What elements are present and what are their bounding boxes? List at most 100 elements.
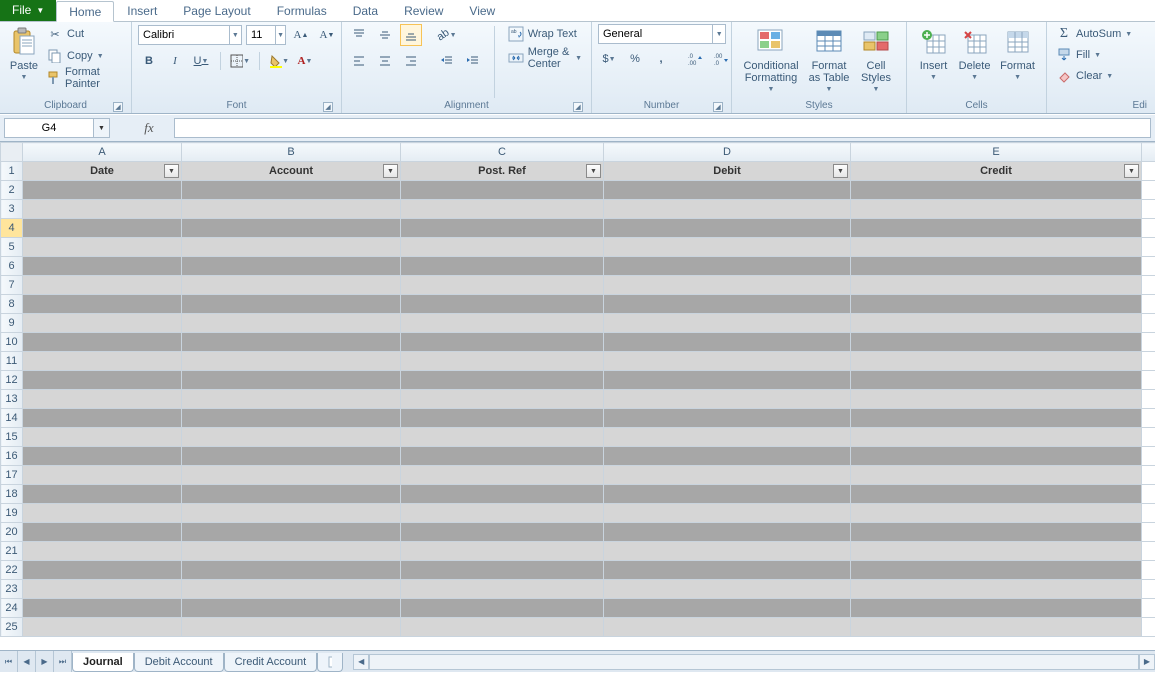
- row-header-18[interactable]: 18: [1, 485, 23, 504]
- cell-E25[interactable]: [851, 618, 1142, 637]
- cell-gutter[interactable]: [1142, 466, 1155, 485]
- row-header-4[interactable]: 4: [1, 219, 23, 238]
- cell-A24[interactable]: [23, 599, 182, 618]
- cell-C19[interactable]: [401, 504, 604, 523]
- filter-button[interactable]: ▼: [164, 164, 179, 178]
- table-header-post-ref[interactable]: Post. Ref▼: [401, 162, 604, 181]
- new-sheet-button[interactable]: [317, 653, 343, 672]
- cell-B3[interactable]: [182, 200, 401, 219]
- sheet-nav-prev[interactable]: ◀: [18, 651, 36, 672]
- paste-button[interactable]: Paste ▼: [6, 24, 42, 84]
- sheet-tab-credit-account[interactable]: Credit Account: [224, 653, 318, 672]
- cell-D13[interactable]: [604, 390, 851, 409]
- cell-C7[interactable]: [401, 276, 604, 295]
- ribbon-tab-page-layout[interactable]: Page Layout: [170, 0, 263, 21]
- filter-button[interactable]: ▼: [586, 164, 601, 178]
- cell-D23[interactable]: [604, 580, 851, 599]
- cell-B12[interactable]: [182, 371, 401, 390]
- column-header-B[interactable]: B: [182, 143, 401, 162]
- row-header-24[interactable]: 24: [1, 599, 23, 618]
- ribbon-tab-insert[interactable]: Insert: [114, 0, 170, 21]
- cell-C15[interactable]: [401, 428, 604, 447]
- cell-D21[interactable]: [604, 542, 851, 561]
- cell-C24[interactable]: [401, 599, 604, 618]
- cell-E7[interactable]: [851, 276, 1142, 295]
- align-center-button[interactable]: [374, 50, 396, 72]
- table-header-date[interactable]: Date▼: [23, 162, 182, 181]
- cell-B22[interactable]: [182, 561, 401, 580]
- chevron-down-icon[interactable]: ▼: [712, 25, 725, 43]
- cell-gutter[interactable]: [1142, 162, 1155, 181]
- cell-A3[interactable]: [23, 200, 182, 219]
- cell-gutter[interactable]: [1142, 352, 1155, 371]
- number-format-combo[interactable]: ▼: [598, 24, 726, 44]
- chevron-down-icon[interactable]: ▼: [94, 118, 110, 138]
- cell-B14[interactable]: [182, 409, 401, 428]
- cell-C17[interactable]: [401, 466, 604, 485]
- row-header-3[interactable]: 3: [1, 200, 23, 219]
- cell-B25[interactable]: [182, 618, 401, 637]
- decrease-decimal-button[interactable]: .00.0: [710, 48, 732, 70]
- cell-A23[interactable]: [23, 580, 182, 599]
- cell-gutter[interactable]: [1142, 428, 1155, 447]
- cell-B18[interactable]: [182, 485, 401, 504]
- scroll-right-button[interactable]: ▶: [1139, 654, 1155, 670]
- underline-button[interactable]: U▼: [190, 50, 212, 72]
- cell-A20[interactable]: [23, 523, 182, 542]
- cell-D18[interactable]: [604, 485, 851, 504]
- cell-A8[interactable]: [23, 295, 182, 314]
- cell-gutter[interactable]: [1142, 371, 1155, 390]
- column-header-C[interactable]: C: [401, 143, 604, 162]
- decrease-indent-button[interactable]: [436, 50, 458, 72]
- select-all-corner[interactable]: [1, 143, 23, 162]
- sheet-nav-first[interactable]: ⏮: [0, 651, 18, 672]
- cell-C5[interactable]: [401, 238, 604, 257]
- cell-A9[interactable]: [23, 314, 182, 333]
- copy-button[interactable]: Copy ▼: [44, 46, 125, 66]
- cell-C23[interactable]: [401, 580, 604, 599]
- conditional-formatting-button[interactable]: Conditional Formatting▼: [738, 24, 804, 96]
- cell-gutter[interactable]: [1142, 257, 1155, 276]
- cell-B7[interactable]: [182, 276, 401, 295]
- row-header-17[interactable]: 17: [1, 466, 23, 485]
- cell-E4[interactable]: [851, 219, 1142, 238]
- dialog-launcher[interactable]: ◢: [113, 102, 123, 112]
- cell-E3[interactable]: [851, 200, 1142, 219]
- cell-B2[interactable]: [182, 181, 401, 200]
- cell-D5[interactable]: [604, 238, 851, 257]
- row-header-25[interactable]: 25: [1, 618, 23, 637]
- cell-gutter[interactable]: [1142, 599, 1155, 618]
- sheet-nav-next[interactable]: ▶: [36, 651, 54, 672]
- cell-E13[interactable]: [851, 390, 1142, 409]
- cell-A18[interactable]: [23, 485, 182, 504]
- cell-D16[interactable]: [604, 447, 851, 466]
- formula-input[interactable]: [174, 118, 1151, 138]
- cell-D6[interactable]: [604, 257, 851, 276]
- column-header-E[interactable]: E: [851, 143, 1142, 162]
- column-header-D[interactable]: D: [604, 143, 851, 162]
- cell-A21[interactable]: [23, 542, 182, 561]
- align-bottom-button[interactable]: [400, 24, 422, 46]
- cell-gutter[interactable]: [1142, 390, 1155, 409]
- cell-gutter[interactable]: [1142, 485, 1155, 504]
- ribbon-tab-data[interactable]: Data: [340, 0, 391, 21]
- cell-A5[interactable]: [23, 238, 182, 257]
- insert-cells-button[interactable]: Insert▼: [913, 24, 954, 84]
- cell-C16[interactable]: [401, 447, 604, 466]
- cell-D24[interactable]: [604, 599, 851, 618]
- cell-gutter[interactable]: [1142, 618, 1155, 637]
- cell-gutter[interactable]: [1142, 542, 1155, 561]
- cell-B9[interactable]: [182, 314, 401, 333]
- merge-center-button[interactable]: Merge & Center ▼: [505, 48, 585, 68]
- cell-A14[interactable]: [23, 409, 182, 428]
- cell-D15[interactable]: [604, 428, 851, 447]
- row-header-7[interactable]: 7: [1, 276, 23, 295]
- cell-E5[interactable]: [851, 238, 1142, 257]
- number-format-input[interactable]: [599, 25, 712, 43]
- cell-D14[interactable]: [604, 409, 851, 428]
- cell-gutter[interactable]: [1142, 409, 1155, 428]
- cell-E9[interactable]: [851, 314, 1142, 333]
- column-header-A[interactable]: A: [23, 143, 182, 162]
- dialog-launcher[interactable]: ◢: [573, 102, 583, 112]
- cell-C11[interactable]: [401, 352, 604, 371]
